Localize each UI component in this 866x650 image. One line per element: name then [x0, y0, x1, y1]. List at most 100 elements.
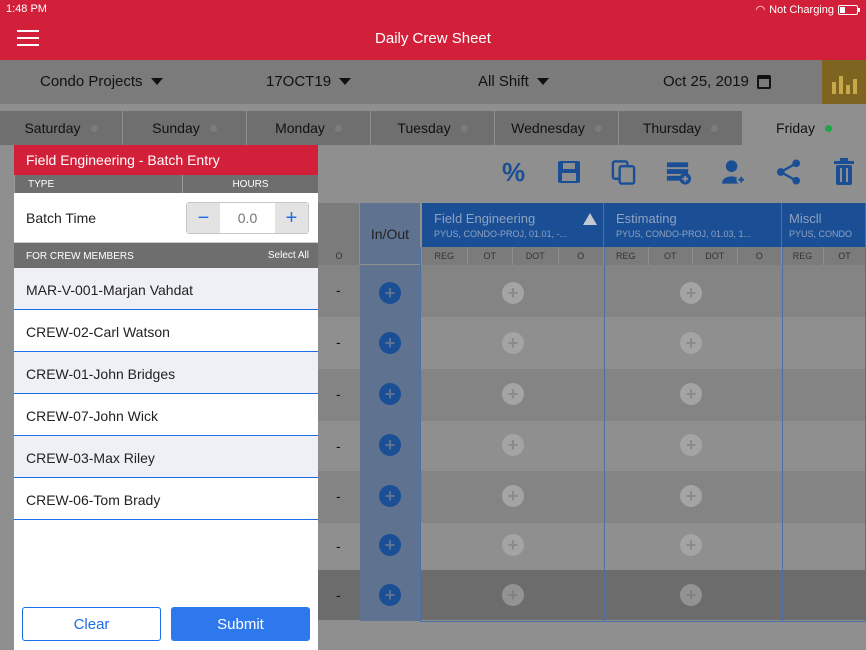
- select-all-button[interactable]: Select All: [268, 250, 309, 261]
- chart-button[interactable]: [822, 60, 866, 104]
- o-value: -: [336, 538, 341, 554]
- status-bar: 1:48 PM ◠ Not Charging: [0, 0, 866, 18]
- tab-label: Tuesday: [397, 120, 451, 136]
- tab-label: Monday: [275, 120, 325, 136]
- calendar-icon: [756, 74, 771, 89]
- add-user-icon[interactable]: [720, 158, 747, 186]
- list-item[interactable]: CREW-02-Carl Watson: [14, 310, 318, 352]
- caret-down-icon: [536, 78, 549, 85]
- subcol-label: O: [738, 247, 782, 265]
- subcol-label: OT: [824, 247, 866, 265]
- date-picker[interactable]: Oct 25, 2019: [663, 73, 771, 90]
- list-item[interactable]: CREW-06-Tom Brady: [14, 478, 318, 520]
- row-cells: - + + +: [318, 570, 866, 622]
- row-cells: - + + +: [318, 421, 866, 473]
- tab-thursday[interactable]: Thursday: [619, 111, 743, 145]
- o-value: -: [336, 386, 341, 402]
- panel-title: Field Engineering - Batch Entry: [14, 145, 318, 175]
- status-dot: [334, 124, 342, 132]
- batch-entry-panel: Field Engineering - Batch Entry TYPE HOU…: [14, 145, 318, 650]
- shift-dropdown[interactable]: All Shift: [478, 73, 549, 90]
- wifi-icon: ◠: [755, 4, 766, 16]
- batch-time-row: Batch Time − +: [14, 193, 318, 243]
- tab-label: Friday: [776, 120, 815, 136]
- subheader-miscll: REG OT: [782, 247, 866, 265]
- toolbar: %: [500, 157, 857, 190]
- status-dot: [594, 124, 602, 132]
- batch-add-icon[interactable]: [665, 158, 692, 186]
- add-field-engineering-icon[interactable]: +: [502, 332, 524, 354]
- tab-label: Thursday: [642, 120, 702, 136]
- o-value: -: [336, 587, 341, 603]
- list-item[interactable]: MAR-V-001-Marjan Vahdat: [14, 268, 318, 310]
- o-value: -: [336, 282, 341, 298]
- o-value: -: [336, 438, 341, 454]
- subcol-label: OT: [649, 247, 693, 265]
- group-header-miscll[interactable]: Miscll PYUS, CONDO: [782, 203, 866, 247]
- status-right: ◠ Not Charging: [755, 3, 860, 16]
- add-estimating-icon[interactable]: +: [680, 383, 702, 405]
- list-item[interactable]: CREW-07-John Wick: [14, 394, 318, 436]
- copy-icon[interactable]: [610, 158, 637, 186]
- group-name: Field Engineering: [434, 211, 536, 226]
- add-field-engineering-icon[interactable]: +: [502, 383, 524, 405]
- status-dot: [824, 124, 832, 132]
- inout-add-icon[interactable]: +: [379, 332, 401, 354]
- subheader-field-engineering: REG OT DOT O: [422, 247, 604, 265]
- list-item[interactable]: CREW-03-Max Riley: [14, 436, 318, 478]
- add-field-engineering-icon[interactable]: +: [502, 584, 524, 606]
- group-sub: PYUS, CONDO-PROJ, 01.01, -...: [434, 229, 568, 239]
- project-value: Condo Projects: [40, 73, 143, 90]
- inout-add-icon[interactable]: +: [379, 584, 401, 606]
- inout-header: In/Out: [360, 203, 420, 265]
- inout-add-icon[interactable]: +: [379, 434, 401, 456]
- delete-icon[interactable]: [830, 158, 857, 186]
- list-item[interactable]: CREW-01-John Bridges: [14, 352, 318, 394]
- hours-input[interactable]: [220, 203, 275, 233]
- subcol-label: DOT: [693, 247, 738, 265]
- tab-friday[interactable]: Friday: [743, 111, 866, 145]
- add-estimating-icon[interactable]: +: [680, 534, 702, 556]
- row-cells: - + + +: [318, 471, 866, 523]
- add-field-engineering-icon[interactable]: +: [502, 434, 524, 456]
- submit-button[interactable]: Submit: [171, 607, 310, 641]
- group-sub: PYUS, CONDO-PROJ, 01.03, 1...: [616, 229, 752, 239]
- tab-wednesday[interactable]: Wednesday: [495, 111, 619, 145]
- status-dot: [711, 124, 719, 132]
- add-estimating-icon[interactable]: +: [680, 584, 702, 606]
- inout-add-icon[interactable]: +: [379, 282, 401, 304]
- clear-button[interactable]: Clear: [22, 607, 161, 641]
- decrement-button[interactable]: −: [187, 203, 220, 233]
- group-header-estimating[interactable]: Estimating PYUS, CONDO-PROJ, 01.03, 1...: [604, 203, 782, 247]
- tab-saturday[interactable]: Saturday: [0, 111, 123, 145]
- tab-sunday[interactable]: Sunday: [123, 111, 247, 145]
- panel-column-header: TYPE HOURS: [14, 175, 318, 193]
- save-icon[interactable]: [555, 158, 582, 186]
- panel-actions: Clear Submit: [22, 607, 310, 641]
- percent-icon[interactable]: %: [500, 157, 527, 187]
- hours-stepper: − +: [186, 202, 309, 234]
- share-icon[interactable]: [775, 158, 802, 186]
- add-field-engineering-icon[interactable]: +: [502, 485, 524, 507]
- subcol-label: OT: [468, 247, 513, 265]
- o-value: -: [336, 488, 341, 504]
- add-field-engineering-icon[interactable]: +: [502, 282, 524, 304]
- increment-button[interactable]: +: [275, 203, 308, 233]
- sheet-dropdown[interactable]: 17OCT19: [266, 73, 352, 90]
- bar-chart-icon: [831, 82, 836, 94]
- inout-add-icon[interactable]: +: [379, 485, 401, 507]
- caret-down-icon: [339, 78, 352, 85]
- tab-monday[interactable]: Monday: [247, 111, 371, 145]
- inout-add-icon[interactable]: +: [379, 534, 401, 556]
- add-estimating-icon[interactable]: +: [680, 332, 702, 354]
- subcol-label: REG: [782, 247, 824, 265]
- tab-tuesday[interactable]: Tuesday: [371, 111, 495, 145]
- add-field-engineering-icon[interactable]: +: [502, 534, 524, 556]
- add-estimating-icon[interactable]: +: [680, 434, 702, 456]
- project-dropdown[interactable]: Condo Projects: [40, 73, 163, 90]
- add-estimating-icon[interactable]: +: [680, 485, 702, 507]
- add-estimating-icon[interactable]: +: [680, 282, 702, 304]
- inout-add-icon[interactable]: +: [379, 383, 401, 405]
- row-cells: - + + +: [318, 521, 866, 573]
- group-header-field-engineering[interactable]: Field Engineering PYUS, CONDO-PROJ, 01.0…: [422, 203, 604, 247]
